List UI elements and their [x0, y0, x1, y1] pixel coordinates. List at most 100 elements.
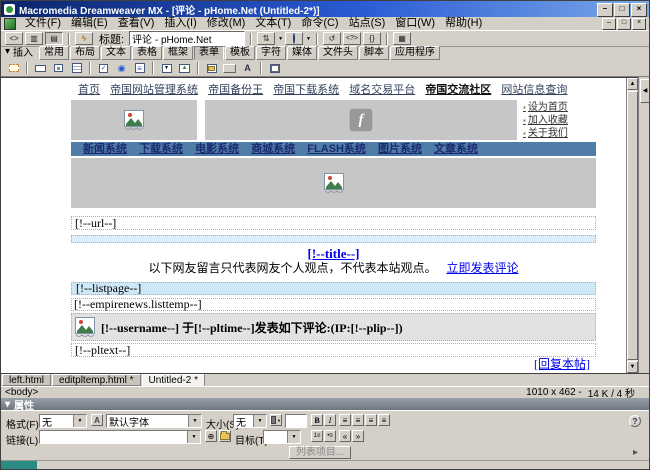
insert-label-icon[interactable]: A — [239, 61, 256, 76]
text-color-picker[interactable]: ▼ — [270, 414, 282, 426]
nav-link-domain[interactable]: 域名交易平台 — [349, 84, 415, 96]
font-toggle-icon[interactable]: A — [91, 414, 103, 426]
nav-link-siteinfo[interactable]: 网站信息查询 — [501, 84, 567, 96]
dropdown-icon[interactable]: ▼ — [73, 415, 86, 427]
browse-folder-icon[interactable] — [219, 430, 231, 442]
insert-list-menu-icon[interactable]: ≡ — [131, 61, 148, 76]
color-hex-input[interactable] — [285, 414, 307, 428]
tab-script[interactable]: 脚本 — [359, 46, 389, 60]
code-navigation-icon[interactable]: {} — [363, 32, 381, 45]
pltext-placeholder-row[interactable]: [!--pltext--] — [71, 343, 596, 357]
insert-jump-menu-icon[interactable]: ▼ — [158, 61, 175, 76]
doc-minimize-button[interactable]: – — [602, 18, 616, 30]
document-icon[interactable] — [4, 18, 16, 30]
scrollbar-thumb[interactable] — [627, 91, 638, 360]
tab-text[interactable]: 文本 — [101, 46, 131, 60]
spacer-row[interactable] — [71, 235, 596, 243]
maximize-button[interactable]: □ — [614, 3, 630, 17]
scroll-down-icon[interactable]: ▼ — [627, 361, 638, 373]
blue-nav-bar[interactable]: 新闻系统 下载系统 电影系统 商城系统 FLASH系统 图片系统 文章系统 — [71, 142, 596, 156]
insert-image-field-icon[interactable]: ▲ — [176, 61, 193, 76]
listtemp-placeholder-row[interactable]: [!--empirenews.listtemp--] — [71, 298, 596, 311]
bold-button[interactable]: B — [311, 414, 323, 426]
properties-panel-header[interactable]: ▾ 属性 — [1, 398, 649, 410]
tab-tables[interactable]: 表格 — [132, 46, 162, 60]
doc-restore-button[interactable]: □ — [617, 18, 631, 30]
refresh-icon[interactable]: ↺ — [323, 32, 341, 45]
banner-left-cell[interactable] — [71, 100, 197, 140]
tab-head[interactable]: 文件头 — [318, 46, 358, 60]
insert-fieldset-icon[interactable] — [266, 61, 283, 76]
broken-image-icon[interactable] — [75, 317, 95, 337]
doc-tab-left[interactable]: left.html — [2, 374, 51, 386]
vertical-scrollbar[interactable]: ▲ ▼ — [626, 78, 638, 373]
tab-templates[interactable]: 模板 — [225, 46, 255, 60]
banner-middle-cell[interactable]: f — [205, 100, 517, 140]
insert-button-icon[interactable] — [221, 61, 238, 76]
ordered-list-icon[interactable]: 1≡ — [311, 430, 323, 442]
align-justify-icon[interactable]: ≡ — [378, 414, 390, 426]
tab-media[interactable]: 媒体 — [287, 46, 317, 60]
flash-placeholder-icon[interactable]: f — [349, 108, 373, 132]
insert-form-icon[interactable] — [5, 61, 22, 76]
align-center-icon[interactable]: ≡ — [352, 414, 364, 426]
menu-help[interactable]: 帮助(H) — [440, 17, 487, 30]
reference-icon[interactable]: <?> — [343, 32, 361, 45]
tab-layout[interactable]: 布局 — [70, 46, 100, 60]
doc-close-button[interactable]: × — [632, 18, 646, 30]
ad-placeholder-block[interactable] — [71, 158, 596, 208]
nav-link-backup[interactable]: 帝国备份王 — [208, 84, 263, 96]
blue-nav-mall[interactable]: 商城系统 — [251, 143, 295, 155]
align-right-icon[interactable]: ≡ — [365, 414, 377, 426]
blue-nav-flash[interactable]: FLASH系统 — [307, 143, 366, 155]
comment-template-block[interactable]: [!--username--] 于[!--pltime--]发表如下评论:(IP… — [71, 313, 596, 341]
broken-image-icon[interactable] — [324, 173, 344, 193]
tab-characters[interactable]: 字符 — [256, 46, 286, 60]
window-size-indicator[interactable]: 1010 x 462 - — [526, 387, 582, 398]
top-nav-row[interactable]: 首页 帝国网站管理系统 帝国备份王 帝国下载系统 域名交易平台 帝国交流社区 网… — [71, 84, 596, 97]
dropdown-icon[interactable]: ▼ — [187, 431, 200, 443]
broken-image-icon[interactable] — [124, 110, 144, 130]
blue-nav-picture[interactable]: 图片系统 — [378, 143, 422, 155]
minimize-button[interactable]: – — [597, 3, 613, 17]
align-left-icon[interactable]: ≡ — [339, 414, 351, 426]
outdent-icon[interactable]: « — [339, 430, 351, 442]
tab-application[interactable]: 应用程序 — [390, 46, 440, 60]
insert-textarea-icon[interactable] — [68, 61, 85, 76]
live-data-view-icon[interactable]: ϟ — [75, 32, 93, 45]
blue-nav-download[interactable]: 下载系统 — [139, 143, 183, 155]
url-placeholder-row[interactable]: [!--url--] — [71, 216, 596, 230]
nav-link-download[interactable]: 帝国下载系统 — [273, 84, 339, 96]
format-select[interactable]: 无▼ — [39, 414, 87, 428]
italic-button[interactable]: I — [324, 414, 336, 426]
insert-hidden-field-icon[interactable] — [50, 61, 67, 76]
dropdown-icon[interactable]: ▼ — [188, 415, 201, 427]
tab-frames[interactable]: 框架 — [163, 46, 193, 60]
collapse-panel-icon[interactable]: ◀ — [640, 79, 650, 103]
doc-tab-editpltemp[interactable]: editpltemp.html * — [52, 374, 140, 386]
menu-modify[interactable]: 修改(M) — [202, 17, 251, 30]
nav-link-home[interactable]: 首页 — [78, 84, 100, 96]
indent-icon[interactable]: » — [352, 430, 364, 442]
disclaimer-row[interactable]: 以下网友留言只代表网友个人观点，不代表本站观点。立即发表评论 — [71, 261, 596, 276]
menu-view[interactable]: 查看(V) — [113, 17, 160, 30]
blue-nav-news[interactable]: 新闻系统 — [83, 143, 127, 155]
scroll-up-icon[interactable]: ▲ — [627, 78, 638, 90]
side-link-favorite[interactable]: ▪加入收藏 — [523, 114, 596, 127]
size-select[interactable]: 无▼ — [233, 414, 267, 428]
target-select[interactable]: ▼ — [263, 430, 301, 444]
dropdown-icon[interactable]: ▼ — [253, 415, 266, 427]
insert-checkbox-icon[interactable]: ✓ — [95, 61, 112, 76]
doc-tab-untitled2[interactable]: Untitled-2 * — [142, 374, 205, 386]
menu-commands[interactable]: 命令(C) — [296, 17, 343, 30]
view-options-icon[interactable]: ▦ — [393, 32, 411, 45]
blue-nav-movie[interactable]: 电影系统 — [195, 143, 239, 155]
menu-text[interactable]: 文本(T) — [250, 17, 296, 30]
post-comment-link[interactable]: 立即发表评论 — [447, 261, 519, 275]
dropdown-icon[interactable]: ▼ — [287, 431, 300, 443]
font-select[interactable]: 默认字体▼ — [106, 414, 202, 428]
preview-dropdown-icon[interactable]: ▼ — [306, 36, 311, 42]
preview-browser-icon[interactable] — [285, 32, 303, 45]
insert-radio-button-icon[interactable]: ◉ — [113, 61, 130, 76]
file-management-dropdown-icon[interactable]: ▼ — [278, 36, 283, 42]
